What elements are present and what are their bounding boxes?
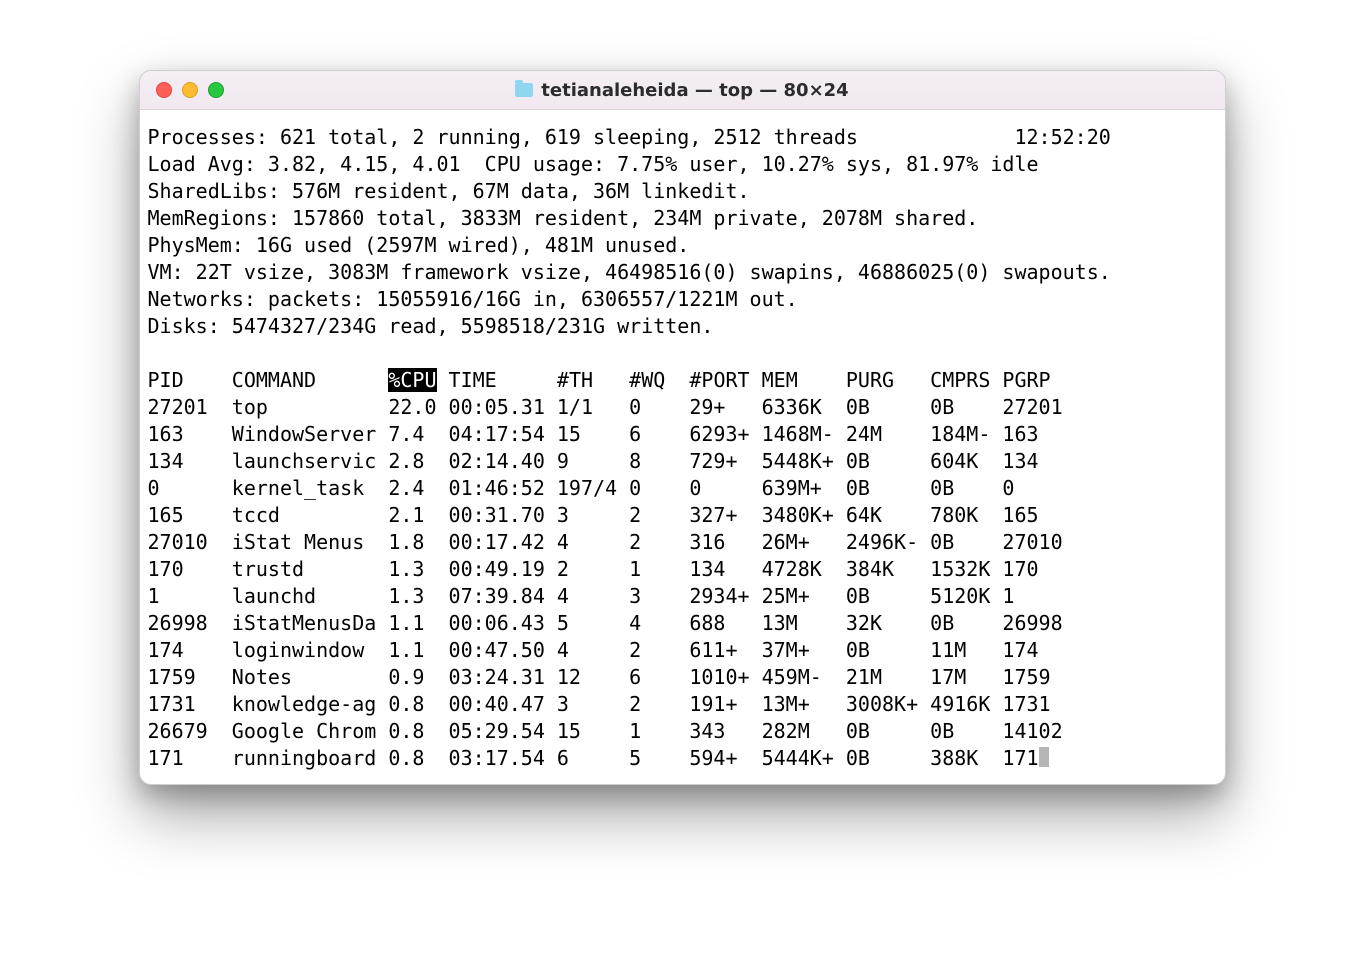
terminal-output[interactable]: Processes: 621 total, 2 running, 619 sle… [140,110,1225,784]
minimize-button[interactable] [182,82,198,98]
window-title: tetianaleheida — top — 80×24 [140,80,1225,101]
terminal-window: tetianaleheida — top — 80×24 Processes: … [139,70,1226,785]
window-title-text: tetianaleheida — top — 80×24 [541,80,848,101]
terminal-cursor [1039,747,1049,767]
zoom-button[interactable] [208,82,224,98]
traffic-lights [140,82,224,98]
close-button[interactable] [156,82,172,98]
titlebar: tetianaleheida — top — 80×24 [140,71,1225,110]
folder-icon [515,83,533,97]
